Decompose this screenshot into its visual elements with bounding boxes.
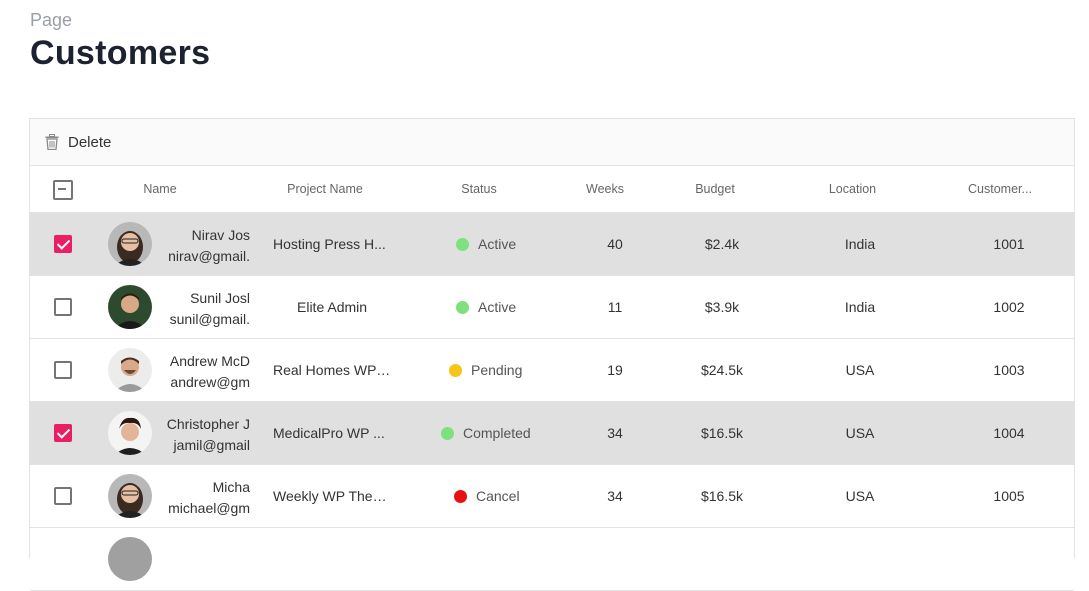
location-cell: USA (845, 425, 875, 441)
status-dot (456, 238, 469, 251)
table-row[interactable]: Micha michael@gm Weekly WP Theme Cancel … (30, 465, 1074, 528)
table-row[interactable]: Sunil Josl sunil@gmail. Elite Admin Acti… (30, 276, 1074, 339)
weeks-cell: 19 (607, 362, 623, 378)
status-text: Active (478, 299, 517, 315)
customer-email: nirav@gmail. (168, 248, 250, 264)
row-checkbox[interactable] (54, 424, 72, 442)
column-header-status[interactable]: Status (430, 182, 528, 196)
customer-id-cell: 1001 (993, 236, 1025, 252)
budget-cell: $16.5k (700, 488, 744, 504)
budget-cell: $16.5k (700, 425, 744, 441)
location-cell: USA (845, 488, 875, 504)
customer-id-cell: 1003 (993, 362, 1025, 378)
name-cell: Micha michael@gm (158, 477, 250, 519)
row-checkbox[interactable] (54, 487, 72, 505)
avatar (108, 411, 152, 455)
status-dot (456, 301, 469, 314)
customer-id-cell: 1004 (993, 425, 1025, 441)
customer-name: Sunil Josl (190, 290, 250, 306)
column-header-budget[interactable]: Budget (675, 182, 755, 196)
delete-button[interactable]: Delete (45, 134, 111, 151)
avatar (108, 222, 152, 266)
project-cell: MedicalPro WP ... (273, 425, 385, 441)
column-header-project[interactable]: Project Name (270, 182, 380, 196)
budget-cell: $2.4k (704, 236, 740, 252)
page-label: Page (30, 10, 73, 30)
status-cell: Active (456, 276, 516, 339)
status-cell: Pending (449, 339, 522, 402)
weeks-cell: 34 (607, 488, 623, 504)
customer-name: Nirav Jos (191, 227, 250, 243)
customer-name: Micha (212, 479, 250, 495)
row-checkbox[interactable] (54, 361, 72, 379)
page-title: Customers (30, 34, 211, 72)
row-checkbox[interactable] (54, 298, 72, 316)
location-cell: India (844, 299, 876, 315)
status-text: Completed (463, 425, 531, 441)
table-row[interactable]: Christopher J jamil@gmail MedicalPro WP … (30, 402, 1074, 465)
name-cell: Sunil Josl sunil@gmail. (158, 288, 250, 330)
column-header-name[interactable]: Name (110, 182, 210, 196)
column-header-weeks[interactable]: Weeks (570, 182, 640, 196)
project-cell: Hosting Press H... (273, 236, 386, 252)
status-cell: Active (456, 213, 516, 276)
avatar (108, 537, 152, 581)
avatar (108, 285, 152, 329)
name-cell: Nirav Jos nirav@gmail. (158, 225, 250, 267)
table-row[interactable]: Andrew McD andrew@gm Real Homes WP ... P… (30, 339, 1074, 402)
name-cell: Andrew McD andrew@gm (158, 351, 250, 393)
header-row: Name Project Name Status Weeks Budget Lo… (30, 166, 1074, 213)
avatar (108, 348, 152, 392)
location-cell: India (844, 236, 876, 252)
customer-email: michael@gm (168, 500, 250, 516)
table-row[interactable] (30, 528, 1074, 591)
customer-email: andrew@gm (170, 374, 250, 390)
customer-email: jamil@gmail (173, 437, 250, 453)
project-cell: Elite Admin (297, 299, 368, 315)
status-cell: Cancel (454, 465, 520, 528)
customer-id-cell: 1002 (993, 299, 1025, 315)
status-text: Active (478, 236, 517, 252)
weeks-cell: 34 (607, 425, 623, 441)
budget-cell: $24.5k (700, 362, 744, 378)
project-cell: Weekly WP Theme (273, 488, 391, 504)
location-cell: USA (845, 362, 875, 378)
select-all-checkbox[interactable] (53, 180, 73, 200)
avatar (108, 474, 152, 518)
budget-cell: $3.9k (704, 299, 740, 315)
weeks-cell: 11 (607, 299, 623, 315)
customer-email: sunil@gmail. (169, 311, 250, 327)
status-dot (441, 427, 454, 440)
delete-button-label: Delete (68, 133, 112, 151)
project-cell: Real Homes WP ... (273, 362, 391, 378)
table-row[interactable]: Nirav Jos nirav@gmail. Hosting Press H..… (30, 213, 1074, 276)
status-dot (454, 490, 467, 503)
status-text: Cancel (476, 488, 520, 504)
customer-name: Andrew McD (169, 353, 250, 369)
status-dot (449, 364, 462, 377)
status-cell: Completed (441, 402, 531, 465)
customers-grid: Delete Name Project Name Status Weeks Bu… (29, 118, 1075, 591)
customer-name: Christopher J (166, 416, 250, 432)
weeks-cell: 40 (607, 236, 623, 252)
status-text: Pending (471, 362, 523, 378)
row-checkbox[interactable] (54, 235, 72, 253)
grid-toolbar: Delete (30, 119, 1074, 166)
column-header-customer[interactable]: Customer... (955, 182, 1045, 196)
name-cell: Christopher J jamil@gmail (158, 414, 250, 456)
trash-icon (45, 134, 59, 150)
customer-id-cell: 1005 (993, 488, 1025, 504)
column-header-location[interactable]: Location (805, 182, 900, 196)
